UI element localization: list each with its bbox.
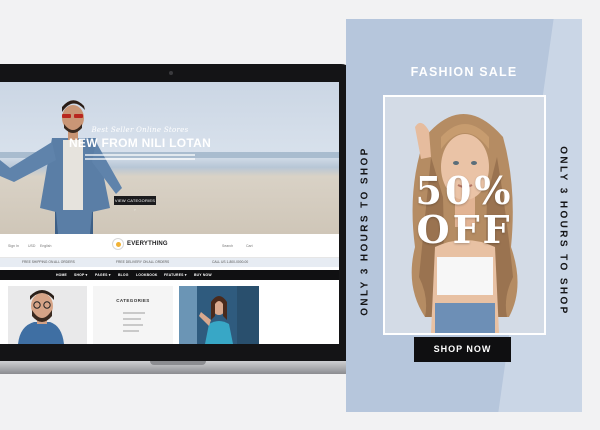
language-selector[interactable]: English	[40, 244, 51, 248]
hero-subtitle: Best Seller Online Stores	[91, 126, 189, 134]
nav-item-lookbook[interactable]: LOOKBOOK	[136, 273, 158, 277]
webcam	[169, 71, 173, 75]
categories-title: CATEGORIES	[116, 298, 150, 303]
logo-icon	[112, 238, 124, 250]
main-nav: HOME SHOP ▾ PAGES ▾ BLOG LOOKBOOK FEATUR…	[0, 270, 339, 280]
discount-text: 50% OFF	[415, 168, 514, 252]
side-text-left: ONLY 3 HOURS TO SHOP	[359, 146, 371, 316]
promo-text-3: CALL US 1-800-0000-00	[212, 260, 249, 264]
promo-text-2: FREE DELIVERY ON ALL ORDERS	[116, 260, 170, 264]
banner-title: FASHION SALE	[410, 65, 518, 79]
nav-item-home[interactable]: HOME	[56, 273, 67, 277]
hero-banner: Best Seller Online Stores NEW FROM NILI …	[0, 82, 339, 234]
product-card-man[interactable]	[8, 286, 87, 344]
categories-card: CATEGORIES	[93, 286, 173, 344]
nav-item-shop[interactable]: SHOP ▾	[74, 273, 87, 277]
site-header: Sign In USD English EVERYTHING Search Ca…	[0, 234, 339, 258]
laptop-mockup: Best Seller Online Stores NEW FROM NILI …	[0, 64, 355, 376]
hero-title: NEW FROM NILI LOTAN	[68, 136, 212, 150]
search-link[interactable]: Search	[222, 244, 233, 248]
banner-photo-frame: 50% OFF	[383, 95, 546, 335]
nav-item-features[interactable]: FEATURES ▾	[164, 273, 187, 277]
view-categories-button[interactable]: VIEW CATEGORIES ›	[114, 196, 156, 212]
promo-bar: FREE SHIPPING ON ALL ORDERS FREE DELIVER…	[0, 258, 339, 267]
currency-selector[interactable]: USD	[28, 244, 35, 248]
side-text-right: ONLY 3 HOURS TO SHOP	[557, 146, 569, 316]
nav-item-buy-now[interactable]: BUY NOW	[194, 273, 212, 277]
hero-model-image	[0, 100, 122, 234]
promo-text-1: FREE SHIPPING ON ALL ORDERS	[22, 260, 75, 264]
laptop-screen: Best Seller Online Stores NEW FROM NILI …	[0, 82, 339, 344]
site-logo[interactable]: EVERYTHING	[112, 238, 168, 250]
shop-now-button[interactable]: SHOP NOW	[414, 337, 511, 362]
laptop-notch	[150, 361, 206, 365]
nav-item-blog[interactable]: BLOG	[118, 273, 129, 277]
logo-text: EVERYTHING	[127, 241, 168, 247]
product-card-woman[interactable]	[179, 286, 259, 344]
woman-portrait-image	[179, 286, 259, 344]
hero-description	[85, 154, 195, 160]
product-grid: CATEGORIES	[0, 286, 339, 344]
nav-item-pages[interactable]: PAGES ▾	[95, 273, 111, 277]
man-portrait-image	[18, 290, 64, 344]
cart-link[interactable]: Cart	[246, 244, 253, 248]
fashion-sale-banner: FASHION SALE 50% OFF ONLY 3 HOURS TO SHO…	[346, 19, 582, 412]
signin-link[interactable]: Sign In	[8, 244, 19, 248]
